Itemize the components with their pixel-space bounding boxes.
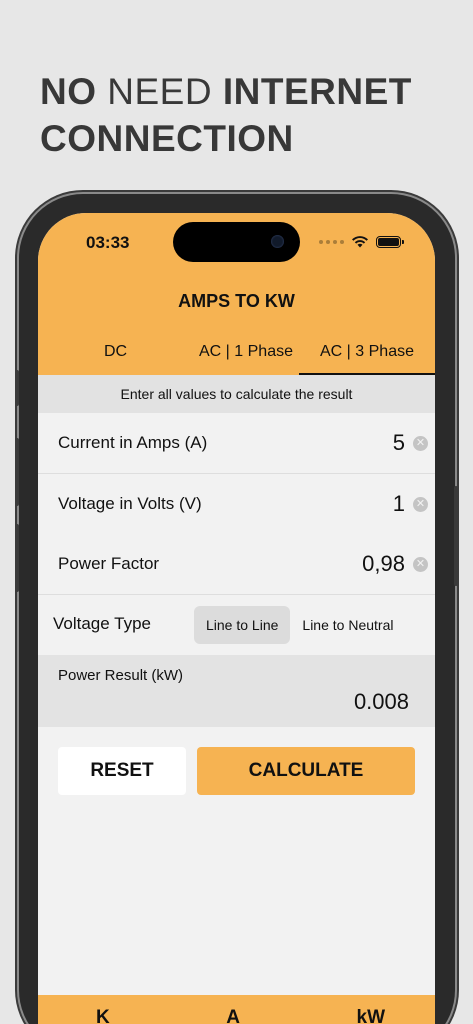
wifi-icon: [352, 236, 368, 248]
battery-icon: [376, 235, 404, 248]
tab-dc[interactable]: DC: [38, 331, 193, 375]
phone-mute-switch: [15, 370, 19, 406]
field-power-factor[interactable]: Power Factor 0,98 ✕: [38, 534, 435, 595]
field-voltage-input[interactable]: 1: [393, 491, 405, 517]
headline-word-no: NO: [40, 71, 97, 112]
clear-icon[interactable]: ✕: [413, 435, 428, 451]
field-current-label: Current in Amps (A): [58, 433, 208, 452]
signal-dots-icon: [319, 239, 344, 244]
headline-word-internet: INTERNET: [222, 71, 412, 112]
result-label: Power Result (kW): [58, 667, 184, 684]
option-line-to-line[interactable]: Line to Line: [194, 606, 291, 644]
headline-word-need: NEED: [96, 71, 223, 112]
clear-icon[interactable]: ✕: [413, 496, 428, 512]
phone-volume-down: [15, 524, 19, 592]
page-title: AMPS TO KW: [178, 291, 295, 311]
top-bar: 03:33 AMPS TO KW DC AC | 1 Phase AC | 3 …: [38, 213, 435, 375]
bottom-tab-a[interactable]: A: [226, 995, 240, 1024]
instruction-hint: Enter all values to calculate the result: [38, 375, 435, 413]
bottom-tab-k[interactable]: K: [96, 995, 110, 1024]
field-current-input[interactable]: 5: [393, 430, 405, 456]
status-time: 03:33: [86, 233, 130, 252]
reset-button[interactable]: RESET: [58, 747, 186, 795]
phone-volume-up: [15, 438, 19, 506]
voltage-type-label: Voltage Type: [53, 614, 151, 633]
dynamic-island: [173, 222, 300, 262]
field-voltage[interactable]: Voltage in Volts (V) 1 ✕: [38, 474, 435, 535]
bottom-tab-kw[interactable]: kW: [357, 995, 386, 1024]
phase-tabs: DC AC | 1 Phase AC | 3 Phase: [38, 331, 435, 375]
promo-headline: NO NEED INTERNET CONNECTION: [40, 68, 460, 162]
field-voltage-label: Voltage in Volts (V): [58, 494, 202, 513]
tab-ac-3-phase[interactable]: AC | 3 Phase: [299, 331, 435, 375]
result-value: 0.008: [353, 689, 409, 714]
field-current[interactable]: Current in Amps (A) 5 ✕: [38, 413, 435, 474]
tab-ac-1-phase[interactable]: AC | 1 Phase: [193, 331, 299, 375]
result-panel: Power Result (kW) 0.008: [38, 655, 435, 727]
calculate-button[interactable]: CALCULATE: [197, 747, 415, 795]
voltage-type-row: Voltage Type Line to Line Line to Neutra…: [38, 595, 435, 655]
camera-icon: [271, 235, 284, 248]
phone-power-button: [454, 486, 458, 586]
app-screen: 03:33 AMPS TO KW DC AC | 1 Phase AC | 3 …: [38, 213, 435, 1024]
field-power-factor-input[interactable]: 0,98: [362, 551, 405, 577]
voltage-type-selector: Line to Line Line to Neutral: [194, 606, 405, 644]
status-icons: [319, 235, 404, 248]
bottom-tab-bar: K A kW: [38, 995, 435, 1024]
field-power-factor-label: Power Factor: [58, 554, 160, 573]
headline-line-connection: CONNECTION: [40, 118, 294, 159]
option-line-to-neutral[interactable]: Line to Neutral: [290, 606, 405, 644]
clear-icon[interactable]: ✕: [413, 556, 428, 572]
